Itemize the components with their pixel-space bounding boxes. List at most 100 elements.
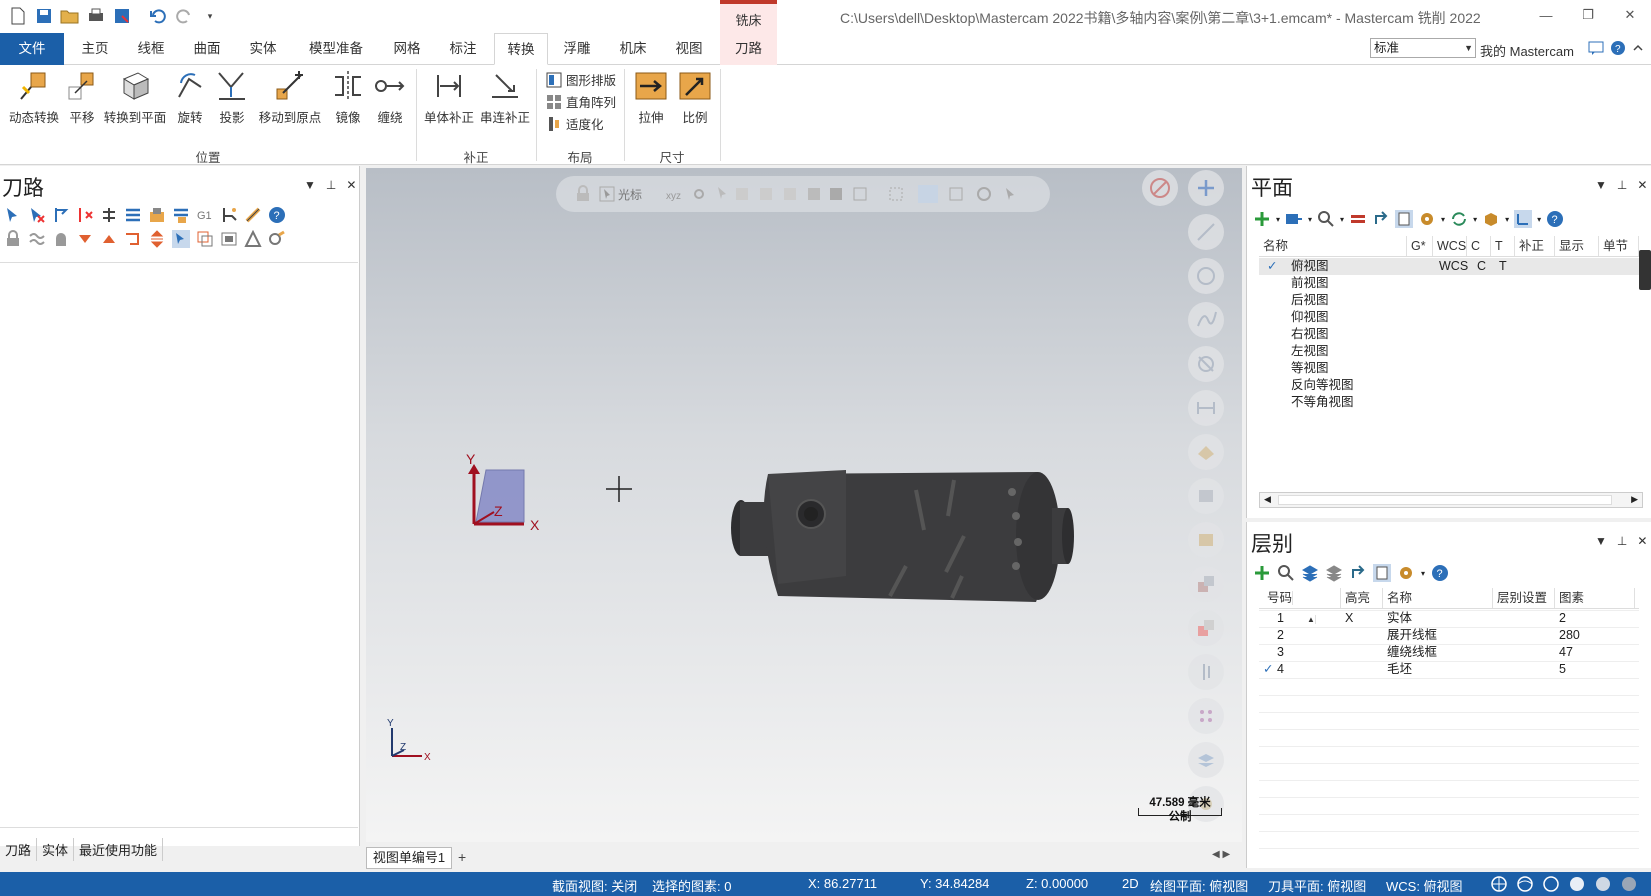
- selection-mode-icons[interactable]: [716, 185, 946, 203]
- col-entity-count[interactable]: 图素: [1555, 588, 1635, 608]
- level-list-icon[interactable]: [1373, 564, 1391, 582]
- col-highlight[interactable]: 高亮: [1341, 588, 1383, 608]
- planes-horizontal-scrollbar[interactable]: ◀ ▶: [1259, 492, 1643, 508]
- simulate-icon[interactable]: [172, 206, 190, 224]
- col-c[interactable]: C: [1467, 236, 1491, 256]
- pin-icon[interactable]: ⊥: [326, 178, 336, 192]
- snap-circle-icon[interactable]: [1188, 258, 1224, 294]
- snap-spline-icon[interactable]: [1188, 302, 1224, 338]
- level-row[interactable]: 2 展开线框 280: [1259, 627, 1639, 644]
- plane-row[interactable]: 后视图: [1259, 292, 1639, 309]
- col-block[interactable]: 单节: [1599, 236, 1639, 256]
- transform-to-plane-button[interactable]: 转换到平面: [102, 69, 168, 126]
- draw-plane-status[interactable]: 绘图平面: 俯视图: [1150, 876, 1248, 895]
- col-t[interactable]: T: [1491, 236, 1515, 256]
- tab-solids-panel[interactable]: 实体: [37, 838, 75, 861]
- display-mode-icons[interactable]: [1490, 875, 1645, 893]
- set-current-plane-icon[interactable]: [1372, 210, 1390, 228]
- tab-toolpaths[interactable]: 刀路: [720, 33, 777, 65]
- col-wcs[interactable]: WCS: [1433, 236, 1467, 256]
- translate-button[interactable]: 平移: [64, 69, 100, 126]
- lock-icon[interactable]: [4, 230, 22, 248]
- deselect-operations-icon[interactable]: [28, 206, 46, 224]
- regenerate-all-icon[interactable]: [52, 206, 70, 224]
- config-combo[interactable]: 标准 ▼: [1370, 38, 1476, 58]
- level-settings-icon[interactable]: [1397, 564, 1415, 582]
- level-row[interactable]: ✓ 4 毛坯 5: [1259, 661, 1639, 678]
- move-up-icon[interactable]: [100, 230, 118, 248]
- tab-machine[interactable]: 机床: [608, 33, 658, 65]
- restore-icon[interactable]: ❐: [1567, 0, 1609, 30]
- toggle-display-icon[interactable]: [100, 206, 118, 224]
- reset-plane-icon[interactable]: [1349, 210, 1367, 228]
- move-to-origin-button[interactable]: 移动到原点: [256, 69, 324, 126]
- level-row[interactable]: 3 缠绕线框 47: [1259, 644, 1639, 661]
- set-main-level-icon[interactable]: [1349, 564, 1367, 582]
- col-display[interactable]: 显示: [1555, 236, 1599, 256]
- save-as-icon[interactable]: [110, 5, 134, 27]
- autocursor-icon[interactable]: [598, 185, 616, 203]
- tab-file[interactable]: 文件: [0, 33, 64, 65]
- planes-vertical-scrollbar[interactable]: [1639, 250, 1651, 290]
- wrap-button[interactable]: 缠绕: [372, 69, 408, 126]
- snap-intersection-icon[interactable]: [1188, 346, 1224, 382]
- tab-view[interactable]: 视图: [664, 33, 714, 65]
- autocursor-label[interactable]: 光标: [618, 186, 642, 203]
- panel-menu-icon[interactable]: ▼: [1595, 534, 1607, 548]
- wcs-status[interactable]: WCS: 俯视图: [1386, 876, 1463, 895]
- plane-row[interactable]: 反向等视图: [1259, 377, 1639, 394]
- fit-button[interactable]: 适度化: [546, 114, 604, 133]
- tab-transform[interactable]: 转换: [494, 33, 548, 65]
- backplot-icon[interactable]: [124, 206, 142, 224]
- save-icon[interactable]: [32, 5, 56, 27]
- rectangular-array-button[interactable]: 直角阵列: [546, 92, 616, 111]
- selection-filter-icons[interactable]: [946, 185, 1046, 203]
- stretch-button[interactable]: 拉伸: [632, 69, 670, 126]
- z-coordinate[interactable]: Z: 0.00000: [1026, 876, 1088, 891]
- collapse-ribbon-icon[interactable]: [1632, 40, 1644, 56]
- tab-relief[interactable]: 浮雕: [552, 33, 602, 65]
- snap-surface-icon[interactable]: [1188, 434, 1224, 470]
- snap-line-icon[interactable]: [1188, 214, 1224, 250]
- select-plane-icon[interactable]: [1285, 210, 1303, 228]
- new-file-icon[interactable]: [6, 5, 30, 27]
- project-button[interactable]: 投影: [214, 69, 250, 126]
- tab-surfaces[interactable]: 曲面: [182, 33, 232, 65]
- undo-icon[interactable]: [146, 5, 170, 27]
- level-stack-icon[interactable]: [1301, 564, 1319, 582]
- point-snap-icon[interactable]: [690, 185, 708, 203]
- plane-row[interactable]: ✓ 俯视图 WCS C T: [1259, 258, 1639, 275]
- snap-points-icon[interactable]: [1188, 698, 1224, 734]
- tab-solids[interactable]: 实体: [238, 33, 288, 65]
- plane-row[interactable]: 仰视图: [1259, 309, 1639, 326]
- plane-settings-icon[interactable]: [1418, 210, 1436, 228]
- print-icon[interactable]: [84, 5, 108, 27]
- find-level-icon[interactable]: [1277, 564, 1295, 582]
- col-level-settings[interactable]: 层别设置: [1493, 588, 1555, 608]
- expand-toolbar-icon[interactable]: [1188, 170, 1224, 206]
- help-icon[interactable]: ?: [268, 206, 286, 224]
- toolpath-options-icon[interactable]: [220, 230, 238, 248]
- offset-chain-button[interactable]: 串连补正: [478, 69, 532, 126]
- redo-icon[interactable]: [172, 5, 196, 27]
- dynamic-transform-button[interactable]: 动态转换: [6, 69, 62, 126]
- viewsheet-tab[interactable]: 视图单编号1: [366, 847, 452, 869]
- toggle-toolpath-display-icon[interactable]: [28, 230, 46, 248]
- tool-plane-status[interactable]: 刀具平面: 俯视图: [1268, 876, 1366, 895]
- snap-body-icon[interactable]: [1188, 566, 1224, 602]
- xyz-coordinate-icon[interactable]: xyz: [666, 185, 688, 203]
- plane-row[interactable]: 右视图: [1259, 326, 1639, 343]
- post-selected-icon[interactable]: [220, 206, 238, 224]
- col-level-name[interactable]: 名称: [1383, 588, 1493, 608]
- scroll-icon[interactable]: [148, 230, 166, 248]
- level-row[interactable]: 1 X 实体 2: [1259, 610, 1639, 627]
- customize-qat-icon[interactable]: ▾: [198, 5, 222, 27]
- snap-layers-icon[interactable]: [1188, 742, 1224, 778]
- regenerate-dirty-icon[interactable]: [76, 206, 94, 224]
- plane-row[interactable]: 不等角视图: [1259, 394, 1639, 411]
- open-folder-icon[interactable]: [58, 5, 82, 27]
- scale-button[interactable]: 比例: [676, 69, 714, 126]
- plane-row[interactable]: 左视图: [1259, 343, 1639, 360]
- mirror-button[interactable]: 镜像: [330, 69, 366, 126]
- insert-arrow-icon[interactable]: [124, 230, 142, 248]
